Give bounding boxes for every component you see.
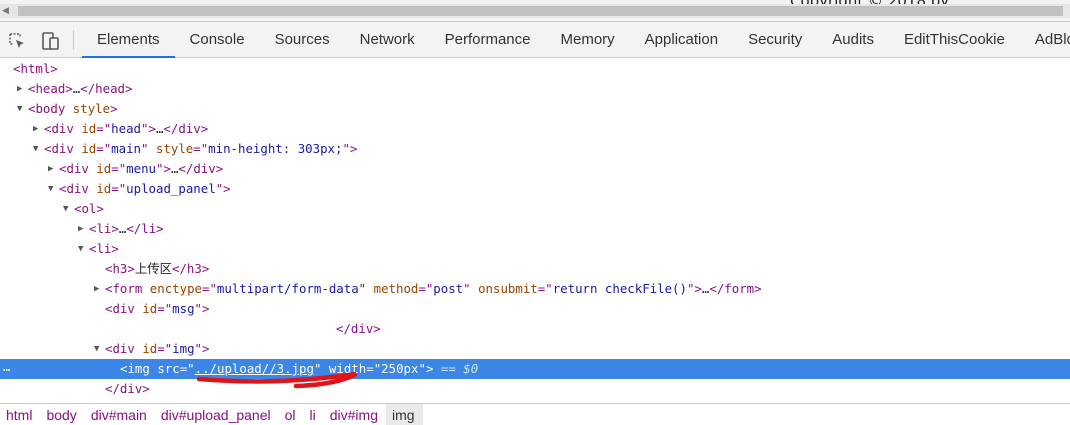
panel-tabs: Elements Console Sources Network Perform…: [82, 22, 1070, 58]
dom-node-div-menu[interactable]: ▶ <div id="menu">…</div>: [0, 159, 1070, 179]
breadcrumb-div-img[interactable]: div#img: [324, 404, 386, 425]
dom-node-div-img-close[interactable]: </div>: [0, 379, 1070, 399]
collapse-arrow-icon[interactable]: ▼: [33, 139, 38, 159]
scroll-left-icon[interactable]: ◀: [2, 6, 9, 16]
dom-node-div-msg[interactable]: <div id="msg">: [0, 299, 1070, 319]
page-scrollbar-strip: Copyright © 2018 by ◀: [0, 0, 1070, 22]
expand-arrow-icon[interactable]: ▶: [78, 219, 83, 239]
dom-node-li-collapsed[interactable]: ▶ <li>…</li>: [0, 219, 1070, 239]
collapse-arrow-icon[interactable]: ▼: [63, 199, 68, 219]
tab-network[interactable]: Network: [345, 22, 430, 58]
scrollbar-thumb[interactable]: [18, 6, 1063, 16]
dom-node-li[interactable]: ▼ <li>: [0, 239, 1070, 259]
collapse-arrow-icon[interactable]: ▼: [48, 179, 53, 199]
img-src-link[interactable]: ../upload//3.jpg: [195, 361, 314, 376]
expand-arrow-icon[interactable]: ▶: [94, 279, 99, 299]
tab-elements[interactable]: Elements: [82, 22, 175, 58]
dom-node-head[interactable]: ▶ <head>…</head>: [0, 79, 1070, 99]
collapse-arrow-icon[interactable]: ▼: [17, 99, 22, 119]
horizontal-scrollbar[interactable]: ◀: [0, 4, 1070, 18]
dom-node-div-upload-panel[interactable]: ▼ <div id="upload_panel">: [0, 179, 1070, 199]
dom-node-div-img[interactable]: ▼ <div id="img">: [0, 339, 1070, 359]
toolbar-divider: [73, 30, 74, 50]
tab-console[interactable]: Console: [175, 22, 260, 58]
breadcrumb-li[interactable]: li: [304, 404, 324, 425]
tab-performance[interactable]: Performance: [430, 22, 546, 58]
breadcrumb-img[interactable]: img: [386, 404, 423, 425]
inspect-element-icon[interactable]: [8, 32, 26, 50]
expand-arrow-icon[interactable]: ▶: [33, 119, 38, 139]
dom-tree: <html> ▶ <head>…</head> ▼ <body style> ▶ <d…: [0, 59, 1070, 399]
collapse-arrow-icon[interactable]: ▼: [78, 239, 83, 259]
tab-memory[interactable]: Memory: [546, 22, 630, 58]
expand-arrow-icon[interactable]: ▶: [48, 159, 53, 179]
dom-node-div-main[interactable]: ▼ <div id="main" style="min-height: 303px…: [0, 139, 1070, 159]
tab-audits[interactable]: Audits: [817, 22, 889, 58]
breadcrumb-body[interactable]: body: [40, 404, 84, 425]
devtools-toolbar: Elements Console Sources Network Perform…: [0, 22, 1070, 58]
dom-node-h3[interactable]: <h3>上传区</h3>: [0, 259, 1070, 279]
breadcrumb-div-upload-panel[interactable]: div#upload_panel: [155, 404, 279, 425]
breadcrumb-div-main[interactable]: div#main: [85, 404, 155, 425]
dom-node-ol[interactable]: ▼ <ol>: [0, 199, 1070, 219]
dom-node-div-msg-close[interactable]: </div>: [0, 319, 1070, 339]
tab-sources[interactable]: Sources: [260, 22, 345, 58]
tab-application[interactable]: Application: [630, 22, 733, 58]
dom-node-form[interactable]: ▶ <form enctype="multipart/form-data" met…: [0, 279, 1070, 299]
dom-node-div-head[interactable]: ▶ <div id="head">…</div>: [0, 119, 1070, 139]
collapse-arrow-icon[interactable]: ▼: [94, 339, 99, 359]
device-toolbar-icon[interactable]: [40, 32, 59, 50]
tab-security[interactable]: Security: [733, 22, 817, 58]
breadcrumb: html body div#main div#upload_panel ol l…: [0, 403, 1070, 425]
breadcrumb-html[interactable]: html: [0, 404, 40, 425]
expand-arrow-icon[interactable]: ▶: [17, 79, 22, 99]
node-actions-ellipsis[interactable]: …: [3, 357, 11, 377]
dom-node-html[interactable]: <html>: [0, 59, 1070, 79]
dom-node-body[interactable]: ▼ <body style>: [0, 99, 1070, 119]
tab-editthiscookie[interactable]: EditThisCookie: [889, 22, 1020, 58]
tab-adblock[interactable]: AdBlock: [1020, 22, 1070, 58]
dom-node-img-selected[interactable]: … <img src="../upload//3.jpg" width="250p…: [0, 359, 1070, 379]
breadcrumb-ol[interactable]: ol: [279, 404, 304, 425]
